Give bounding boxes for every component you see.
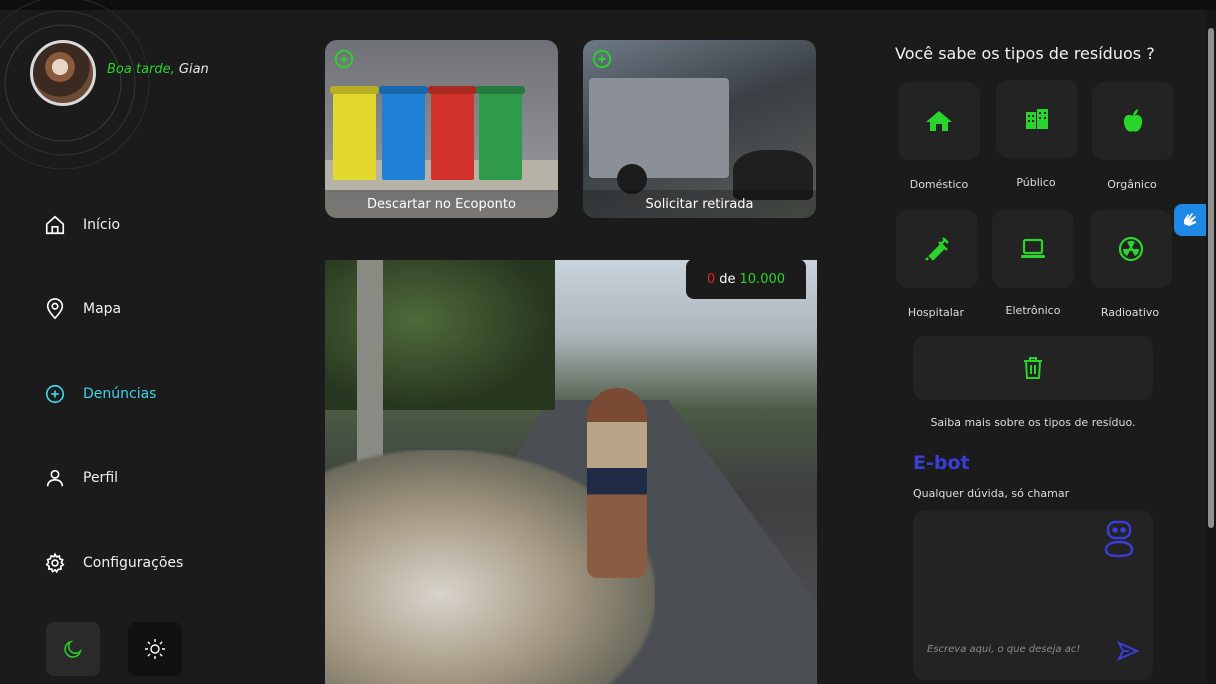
greeting: Boa tarde, Gian [107, 62, 209, 77]
truck-image [589, 78, 729, 178]
ebot-title: E-bot [913, 452, 970, 474]
scrollbar[interactable] [1206, 10, 1216, 684]
waste-types-title: Você sabe os tipos de resíduos ? [895, 44, 1155, 63]
waste-info-link[interactable]: Saiba mais sobre os tipos de resíduo. [913, 416, 1153, 429]
waste-type-eletronico[interactable] [992, 210, 1074, 288]
plus-circle-icon [334, 49, 354, 69]
report-counter: 0 de 10.000 [686, 259, 806, 299]
sidebar-item-perfil[interactable]: Perfil [44, 463, 284, 493]
radioactive-icon [1118, 236, 1144, 262]
ecoponto-card[interactable]: Descartar no Ecoponto [325, 40, 558, 218]
light-theme-button[interactable] [128, 622, 182, 676]
sidebar-item-mapa[interactable]: Mapa [44, 294, 284, 324]
sidebar-item-label: Denúncias [83, 386, 157, 402]
plus-circle-icon [45, 384, 65, 404]
waste-type-hospitalar[interactable] [896, 210, 978, 288]
waste-label-eletronico: Eletrônico [1005, 304, 1061, 317]
sun-icon [145, 639, 165, 659]
syringe-icon [925, 237, 949, 261]
waste-label-hospitalar: Hospitalar [907, 306, 965, 319]
map-pin-icon [46, 298, 64, 320]
user-name: Gian [178, 62, 209, 77]
counter-separator: de [719, 271, 736, 287]
waste-info-button[interactable] [913, 336, 1153, 400]
ebot-subtitle: Qualquer dúvida, só chamar [913, 487, 1070, 500]
plus-circle-icon [592, 49, 612, 69]
sidebar-item-label: Perfil [83, 470, 119, 486]
waste-type-domestico[interactable] [898, 82, 980, 160]
waste-type-organico[interactable] [1092, 82, 1174, 160]
apple-icon [1123, 109, 1143, 132]
green-bin-image [479, 92, 522, 180]
accessibility-hand-button[interactable] [1174, 204, 1206, 236]
blue-bin-image [382, 92, 425, 180]
ebot-chat-panel [913, 510, 1153, 680]
dark-theme-button[interactable] [46, 622, 100, 676]
person-image [587, 388, 647, 578]
laptop-icon [1021, 238, 1045, 258]
ebot-message-input[interactable] [927, 644, 1099, 655]
retirada-card[interactable]: Solicitar retirada [583, 40, 816, 218]
sidebar-item-label: Configurações [83, 555, 184, 571]
street-garbage-photo [325, 260, 817, 684]
counter-max: 10.000 [739, 271, 786, 287]
robot-icon [1104, 520, 1134, 558]
waste-label-publico: Público [1016, 176, 1056, 189]
sidebar-item-inicio[interactable]: Início [44, 210, 284, 240]
sidebar-item-label: Mapa [83, 301, 122, 317]
counter-current: 0 [706, 271, 716, 287]
home-icon [45, 215, 65, 235]
sidebar-item-label: Início [83, 217, 121, 233]
sidebar: Boa tarde, Gian Início Mapa Denúncias Pe… [0, 0, 300, 684]
sign-language-icon [1184, 213, 1196, 226]
buildings-icon [1026, 109, 1048, 129]
red-bin-image [431, 92, 474, 180]
greeting-text: Boa tarde, [107, 62, 175, 77]
ecoponto-caption: Descartar no Ecoponto [325, 190, 558, 218]
avatar[interactable] [30, 40, 96, 106]
house-icon [926, 111, 952, 131]
waste-type-publico[interactable] [996, 80, 1078, 158]
scrollbar-thumb[interactable] [1208, 28, 1214, 528]
waste-label-radioativo: Radioativo [1100, 306, 1160, 319]
moon-icon [64, 640, 82, 658]
gear-icon [45, 552, 65, 574]
user-icon [46, 469, 64, 487]
send-icon[interactable] [1117, 641, 1139, 661]
waste-label-organico: Orgânico [1107, 178, 1157, 191]
yellow-bin-image [333, 92, 376, 180]
retirada-caption: Solicitar retirada [583, 190, 816, 218]
waste-type-radioativo[interactable] [1090, 210, 1172, 288]
waste-label-domestico: Doméstico [909, 178, 969, 191]
trash-icon [1024, 357, 1042, 379]
sidebar-item-configuracoes[interactable]: Configurações [44, 548, 284, 578]
sidebar-item-denuncias[interactable]: Denúncias [44, 379, 284, 409]
app-window: Boa tarde, Gian Início Mapa Denúncias Pe… [0, 0, 1216, 684]
